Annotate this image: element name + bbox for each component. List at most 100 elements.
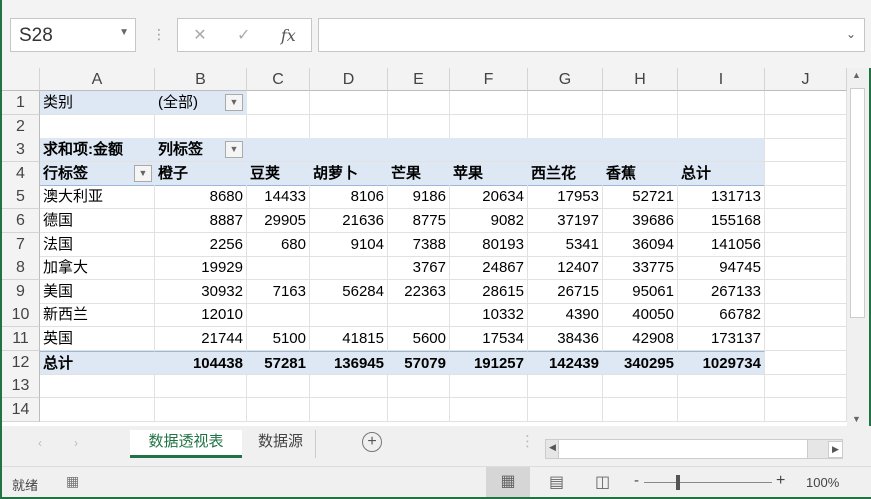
pivot-value[interactable]: 173137 — [678, 327, 765, 351]
pivot-column-header[interactable]: 苹果 — [450, 161, 528, 186]
zoom-in-button[interactable]: + — [776, 472, 785, 490]
insert-function-icon[interactable]: fx — [281, 26, 296, 45]
cell[interactable] — [310, 114, 388, 139]
pivot-value[interactable]: 95061 — [603, 279, 678, 304]
cell[interactable] — [765, 209, 847, 233]
pivot-value[interactable]: 28615 — [450, 279, 528, 304]
macro-record-icon[interactable]: ▦ — [66, 473, 79, 490]
cell[interactable] — [765, 256, 847, 281]
pivot-value[interactable]: 39686 — [603, 209, 678, 233]
scroll-right-icon[interactable]: ▶ — [828, 441, 843, 458]
pivot-value[interactable]: 41815 — [310, 327, 388, 351]
pivot-grand-total-value[interactable]: 191257 — [450, 350, 528, 375]
pivot-grand-total-value[interactable]: 136945 — [310, 350, 388, 375]
pivot-value[interactable]: 52721 — [603, 185, 678, 210]
cell[interactable] — [765, 374, 847, 399]
row-header[interactable]: 10 — [2, 303, 40, 328]
row-header[interactable]: 5 — [2, 185, 40, 210]
column-labels-dropdown-button[interactable]: ▼ — [225, 141, 243, 159]
pivot-row-label[interactable]: 新西兰 — [40, 303, 155, 328]
pivot-value[interactable]: 4390 — [528, 303, 603, 328]
pivot-row-label[interactable]: 美国 — [40, 279, 155, 304]
name-box[interactable]: S28 ▼ — [10, 18, 136, 52]
pivot-column-header[interactable]: 总计 — [678, 161, 765, 186]
pivot-grand-total-label[interactable]: 总计 — [40, 350, 155, 375]
pivot-grand-total-value[interactable]: 104438 — [155, 350, 247, 375]
zoom-slider[interactable] — [644, 482, 772, 483]
cell[interactable] — [388, 374, 450, 399]
scroll-left-icon[interactable]: ◀ — [549, 442, 556, 453]
row-header[interactable]: 2 — [2, 114, 40, 139]
cell[interactable] — [388, 91, 450, 115]
cell[interactable] — [765, 138, 847, 163]
pivot-value[interactable]: 8680 — [155, 185, 247, 210]
column-header[interactable]: J — [765, 68, 847, 91]
pivot-value[interactable]: 33775 — [603, 256, 678, 281]
cell[interactable] — [247, 397, 310, 422]
cell[interactable] — [765, 185, 847, 210]
pivot-value[interactable]: 7388 — [388, 232, 450, 257]
prev-sheet-icon[interactable]: ‹ — [38, 436, 42, 450]
normal-view-icon[interactable]: ▦ — [486, 467, 530, 497]
cell[interactable] — [388, 397, 450, 422]
pivot-value[interactable]: 9104 — [310, 232, 388, 257]
cell[interactable] — [765, 327, 847, 351]
cell[interactable] — [528, 397, 603, 422]
pivot-value[interactable] — [388, 303, 450, 328]
cell[interactable] — [40, 397, 155, 422]
cell[interactable] — [603, 397, 678, 422]
pivot-value[interactable]: 29905 — [247, 209, 310, 233]
spreadsheet-grid[interactable]: A B C D E F G H I J 1 类别 (全部) 2 3 求和项:金额 列标签 4 行标签 橙子 豆荚 胡萝卜芒… — [2, 68, 847, 426]
pivot-value[interactable]: 40050 — [603, 303, 678, 328]
column-header[interactable]: B — [155, 68, 247, 91]
cell[interactable] — [603, 138, 678, 163]
pivot-value[interactable]: 21636 — [310, 209, 388, 233]
cell[interactable] — [155, 374, 247, 399]
pivot-column-header[interactable]: 西兰花 — [528, 161, 603, 186]
pivot-value[interactable]: 12010 — [155, 303, 247, 328]
pivot-value[interactable]: 80193 — [450, 232, 528, 257]
pivot-value[interactable]: 42908 — [603, 327, 678, 351]
cell[interactable] — [310, 397, 388, 422]
pivot-value[interactable]: 155168 — [678, 209, 765, 233]
zoom-slider-thumb[interactable] — [676, 475, 680, 490]
pivot-value[interactable]: 7163 — [247, 279, 310, 304]
page-layout-view-icon[interactable]: ▤ — [549, 472, 564, 492]
cell[interactable] — [765, 350, 847, 375]
next-sheet-icon[interactable]: › — [74, 436, 78, 450]
pivot-value[interactable]: 14433 — [247, 185, 310, 210]
cell[interactable] — [155, 397, 247, 422]
cell[interactable] — [247, 138, 310, 163]
cell[interactable] — [155, 114, 247, 139]
cell[interactable] — [528, 374, 603, 399]
pivot-value[interactable]: 267133 — [678, 279, 765, 304]
zoom-level[interactable]: 100% — [806, 475, 839, 490]
vertical-scrollbar[interactable]: ▲ ▼ — [847, 68, 869, 426]
cell[interactable] — [310, 138, 388, 163]
pivot-value[interactable]: 9082 — [450, 209, 528, 233]
cell[interactable] — [450, 397, 528, 422]
splitter-icon[interactable]: ⋮ — [520, 432, 535, 450]
row-header[interactable]: 7 — [2, 232, 40, 257]
cell[interactable] — [310, 374, 388, 399]
pivot-value[interactable]: 38436 — [528, 327, 603, 351]
cell[interactable] — [765, 303, 847, 328]
pivot-value[interactable]: 26715 — [528, 279, 603, 304]
pivot-value[interactable]: 22363 — [388, 279, 450, 304]
column-header[interactable]: I — [678, 68, 765, 91]
pivot-value[interactable] — [247, 256, 310, 281]
tab-pivot[interactable]: 数据透视表 — [130, 430, 242, 458]
pivot-value[interactable]: 2256 — [155, 232, 247, 257]
cell[interactable] — [678, 397, 765, 422]
h-scroll-thumb[interactable] — [558, 440, 808, 458]
scroll-up-icon[interactable]: ▲ — [852, 70, 861, 80]
pivot-column-header[interactable]: 香蕉 — [603, 161, 678, 186]
cell[interactable] — [388, 138, 450, 163]
pivot-row-label[interactable]: 法国 — [40, 232, 155, 257]
cell[interactable] — [765, 161, 847, 186]
pivot-column-header[interactable]: 芒果 — [388, 161, 450, 186]
pivot-column-header[interactable]: 橙子 — [155, 161, 247, 186]
cell[interactable] — [528, 114, 603, 139]
cell[interactable] — [678, 374, 765, 399]
row-header[interactable]: 1 — [2, 91, 40, 115]
